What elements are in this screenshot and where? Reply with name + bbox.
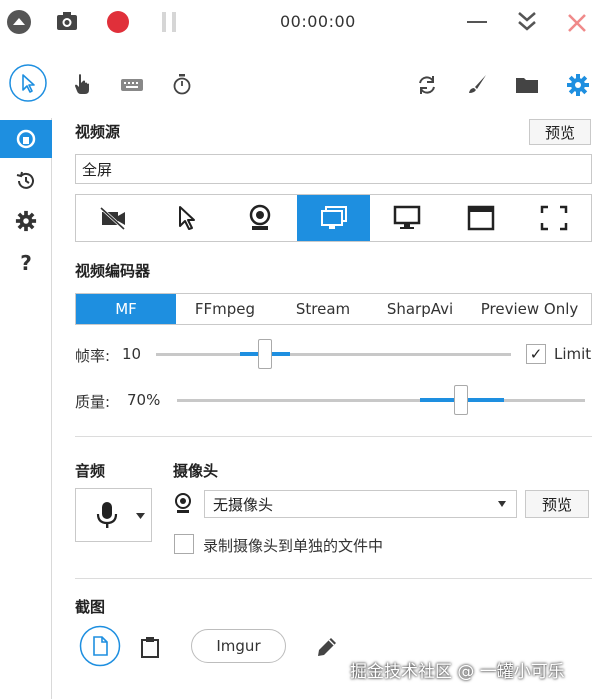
- framerate-slider-thumb[interactable]: [258, 339, 272, 369]
- encoder-tabs: MF FFmpeg Stream SharpAvi Preview Only: [75, 293, 592, 325]
- divider: [75, 436, 592, 437]
- window-icon: [467, 205, 495, 231]
- sidebar-item-help[interactable]: ?: [0, 244, 52, 282]
- source-region[interactable]: [517, 195, 591, 241]
- divider: [75, 578, 592, 579]
- source-monitor[interactable]: [370, 195, 444, 241]
- file-icon[interactable]: [79, 625, 121, 667]
- quality-slider-thumb[interactable]: [454, 385, 468, 415]
- webcam-label: 摄像头: [173, 462, 219, 480]
- tab-preview-only[interactable]: Preview Only: [468, 294, 591, 324]
- screenshot-label: 截图: [75, 598, 106, 616]
- video-encoder-label: 视频编码器: [75, 262, 151, 280]
- quality-label: 质量:: [75, 393, 111, 411]
- cursor-icon: [175, 205, 197, 231]
- brush-icon[interactable]: [466, 73, 488, 95]
- no-video-icon: [99, 206, 127, 230]
- recording-timer: 00:00:00: [280, 12, 356, 31]
- minimize-icon[interactable]: [466, 14, 488, 30]
- separate-file-checkbox[interactable]: [174, 534, 194, 554]
- webcam-select-value: 无摄像头: [213, 495, 274, 514]
- region-icon: [540, 205, 568, 231]
- camera-icon[interactable]: [56, 11, 78, 31]
- collapse-chevrons-icon[interactable]: [516, 10, 538, 34]
- framerate-label: 帧率:: [75, 347, 111, 365]
- settings-icon: [15, 210, 37, 232]
- source-cursor[interactable]: [150, 195, 224, 241]
- webcam-icon: [248, 204, 272, 232]
- tab-ffmpeg[interactable]: FFmpeg: [176, 294, 274, 324]
- help-icon: ?: [20, 251, 32, 275]
- sidebar-item-history[interactable]: [0, 162, 52, 200]
- source-window[interactable]: [444, 195, 518, 241]
- tab-sharpavi[interactable]: SharpAvi: [372, 294, 468, 324]
- quality-value: 70%: [127, 391, 161, 409]
- check-icon: ✓: [529, 345, 543, 363]
- watermark-text: 掘金技术社区 @ 一罐小可乐: [350, 662, 565, 682]
- audio-label: 音频: [75, 462, 106, 480]
- pause-icon[interactable]: [160, 11, 178, 33]
- pencil-icon[interactable]: [316, 636, 338, 658]
- imgur-button[interactable]: Imgur: [191, 629, 286, 663]
- title-bar: 00:00:00: [0, 0, 602, 46]
- cursor-icon[interactable]: [8, 63, 48, 103]
- limit-checkbox[interactable]: ✓: [526, 344, 546, 364]
- keyboard-icon[interactable]: [120, 78, 144, 92]
- limit-label: Limit: [554, 345, 592, 363]
- hand-icon[interactable]: [72, 73, 92, 95]
- sidebar-item-settings[interactable]: [0, 202, 52, 240]
- sidebar-item-home[interactable]: [0, 120, 52, 158]
- chevron-down-icon: [136, 513, 145, 519]
- microphone-icon: [96, 500, 118, 530]
- tab-stream[interactable]: Stream: [274, 294, 372, 324]
- video-source-field[interactable]: 全屏: [75, 154, 592, 184]
- gear-icon[interactable]: [566, 73, 590, 97]
- quality-slider-track: [177, 399, 585, 402]
- audio-dropdown-button[interactable]: [75, 488, 152, 542]
- home-icon: [15, 128, 37, 150]
- chevron-down-icon: [498, 501, 506, 507]
- clipboard-icon[interactable]: [140, 636, 160, 658]
- video-source-preview-button[interactable]: 预览: [529, 119, 591, 145]
- refresh-icon[interactable]: [416, 74, 438, 96]
- video-source-selector: [75, 194, 592, 242]
- source-none[interactable]: [76, 195, 150, 241]
- sidebar: ?: [0, 118, 52, 699]
- separate-file-label: 录制摄像头到单独的文件中: [203, 537, 384, 555]
- framerate-value: 10: [122, 345, 142, 363]
- source-webcam[interactable]: [223, 195, 297, 241]
- record-icon[interactable]: [106, 10, 130, 34]
- folder-icon[interactable]: [515, 75, 539, 95]
- webcam-preview-button[interactable]: 预览: [525, 490, 589, 518]
- eject-up-icon[interactable]: [6, 9, 32, 35]
- screen-icon: [319, 205, 349, 231]
- webcam-select[interactable]: 无摄像头: [204, 490, 517, 518]
- monitor-icon: [393, 205, 421, 231]
- close-icon[interactable]: [566, 12, 588, 34]
- webcam-icon: [174, 493, 192, 515]
- history-icon: [15, 170, 37, 192]
- tab-mf[interactable]: MF: [76, 294, 176, 324]
- video-source-label: 视频源: [75, 123, 121, 141]
- framerate-slider-track: [156, 353, 511, 356]
- source-screen[interactable]: [296, 195, 371, 241]
- stopwatch-icon[interactable]: [172, 73, 192, 95]
